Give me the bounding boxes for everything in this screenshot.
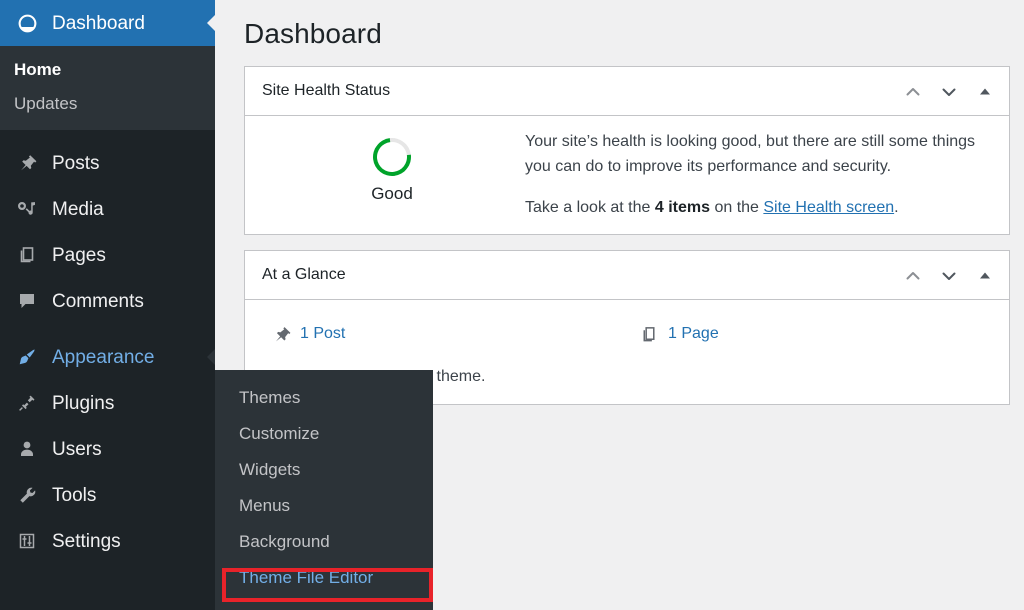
glance-item-posts[interactable]: 1 Post xyxy=(269,320,627,348)
health-status-label: Good xyxy=(371,184,413,203)
sidebar-item-label: Media xyxy=(52,198,104,220)
flyout-item-themes[interactable]: Themes xyxy=(215,380,433,416)
sidebar-item-pages[interactable]: Pages xyxy=(0,232,215,278)
panel-body: Good Your site’s health is looking good,… xyxy=(245,116,1009,234)
user-icon xyxy=(14,438,40,460)
pin-icon xyxy=(14,152,40,174)
page-title: Dashboard xyxy=(244,18,382,49)
glance-version-post: theme. xyxy=(432,368,486,386)
panel-title: At a Glance xyxy=(262,266,346,284)
health-ring-icon xyxy=(365,130,419,184)
sidebar-item-dashboard[interactable]: Dashboard xyxy=(0,0,216,46)
sidebar-item-label: Users xyxy=(52,438,102,460)
flyout-item-widgets[interactable]: Widgets xyxy=(215,452,433,488)
app-root: Dashboard Home Updates Posts Media Pages… xyxy=(0,0,1024,610)
sidebar-item-label: Pages xyxy=(52,244,106,266)
flyout-item-theme-file-editor[interactable]: Theme File Editor xyxy=(215,560,433,596)
sidebar-item-comments[interactable]: Comments xyxy=(0,278,215,324)
plugin-icon xyxy=(14,392,40,414)
panel-controls xyxy=(895,251,1003,300)
sidebar-item-label: Comments xyxy=(52,290,144,312)
submenu-item-updates[interactable]: Updates xyxy=(0,87,215,121)
health-paragraph-1: Your site’s health is looking good, but … xyxy=(525,133,976,175)
glance-item-label: 1 Page xyxy=(668,325,719,343)
panel-header: Site Health Status xyxy=(245,67,1009,116)
menu-separator xyxy=(0,324,215,334)
panel-title: Site Health Status xyxy=(262,82,391,99)
dashboard-icon xyxy=(14,12,40,34)
appearance-flyout-menu: Themes Customize Widgets Menus Backgroun… xyxy=(215,370,433,610)
glance-item-pages[interactable]: 1 Page xyxy=(637,320,995,348)
panel-controls xyxy=(895,67,1003,116)
health-item-count: 4 items xyxy=(654,198,710,216)
glance-column-right: 1 Page xyxy=(627,320,995,348)
pin-icon xyxy=(269,324,293,344)
panel-header: At a Glance xyxy=(245,251,1009,301)
admin-sidebar: Dashboard Home Updates Posts Media Pages… xyxy=(0,0,216,610)
sidebar-item-posts[interactable]: Posts xyxy=(0,140,215,186)
sidebar-item-label: Tools xyxy=(52,484,97,506)
wrench-icon xyxy=(14,484,40,506)
sidebar-item-label: Dashboard xyxy=(52,12,145,34)
menu-separator xyxy=(0,130,215,140)
health-paragraph-2: Take a look at the 4 items on the Site H… xyxy=(525,196,979,221)
sidebar-item-settings[interactable]: Settings xyxy=(0,518,215,564)
media-icon xyxy=(14,198,40,220)
move-down-icon[interactable] xyxy=(931,74,967,110)
health-description: Your site’s health is looking good, but … xyxy=(525,128,995,220)
sidebar-item-media[interactable]: Media xyxy=(0,186,215,232)
glance-column-left: 1 Post xyxy=(259,320,627,348)
sidebar-item-appearance[interactable]: Appearance xyxy=(0,334,216,380)
health-p2-mid: on the xyxy=(710,198,764,216)
health-status-indicator: Good xyxy=(259,128,525,204)
sidebar-item-label: Appearance xyxy=(52,346,155,368)
submenu-item-home[interactable]: Home xyxy=(0,53,215,87)
site-health-screen-link[interactable]: Site Health screen xyxy=(763,199,894,216)
sidebar-item-tools[interactable]: Tools xyxy=(0,472,215,518)
dashboard-submenu: Home Updates xyxy=(0,46,215,130)
flyout-item-background[interactable]: Background xyxy=(215,524,433,560)
sidebar-item-label: Settings xyxy=(52,530,121,552)
sidebar-item-plugins[interactable]: Plugins xyxy=(0,380,215,426)
glance-item-label: 1 Post xyxy=(300,325,346,343)
health-p2-pre: Take a look at the xyxy=(525,198,655,216)
sidebar-item-label: Posts xyxy=(52,152,100,174)
move-up-icon[interactable] xyxy=(895,74,931,110)
paintbrush-icon xyxy=(14,346,40,368)
move-down-icon[interactable] xyxy=(931,258,967,294)
toggle-panel-icon[interactable] xyxy=(967,74,1003,110)
panel-site-health-status: Site Health Status Good Your site’s heal… xyxy=(244,66,1010,236)
sidebar-item-label: Plugins xyxy=(52,392,115,414)
comment-icon xyxy=(14,290,40,312)
pages-icon xyxy=(637,324,661,344)
sidebar-item-users[interactable]: Users xyxy=(0,426,215,472)
health-p2-post: . xyxy=(894,198,899,216)
flyout-item-customize[interactable]: Customize xyxy=(215,416,433,452)
toggle-panel-icon[interactable] xyxy=(967,258,1003,294)
flyout-item-menus[interactable]: Menus xyxy=(215,488,433,524)
sliders-icon xyxy=(14,530,40,552)
pages-icon xyxy=(14,244,40,266)
move-up-icon[interactable] xyxy=(895,258,931,294)
